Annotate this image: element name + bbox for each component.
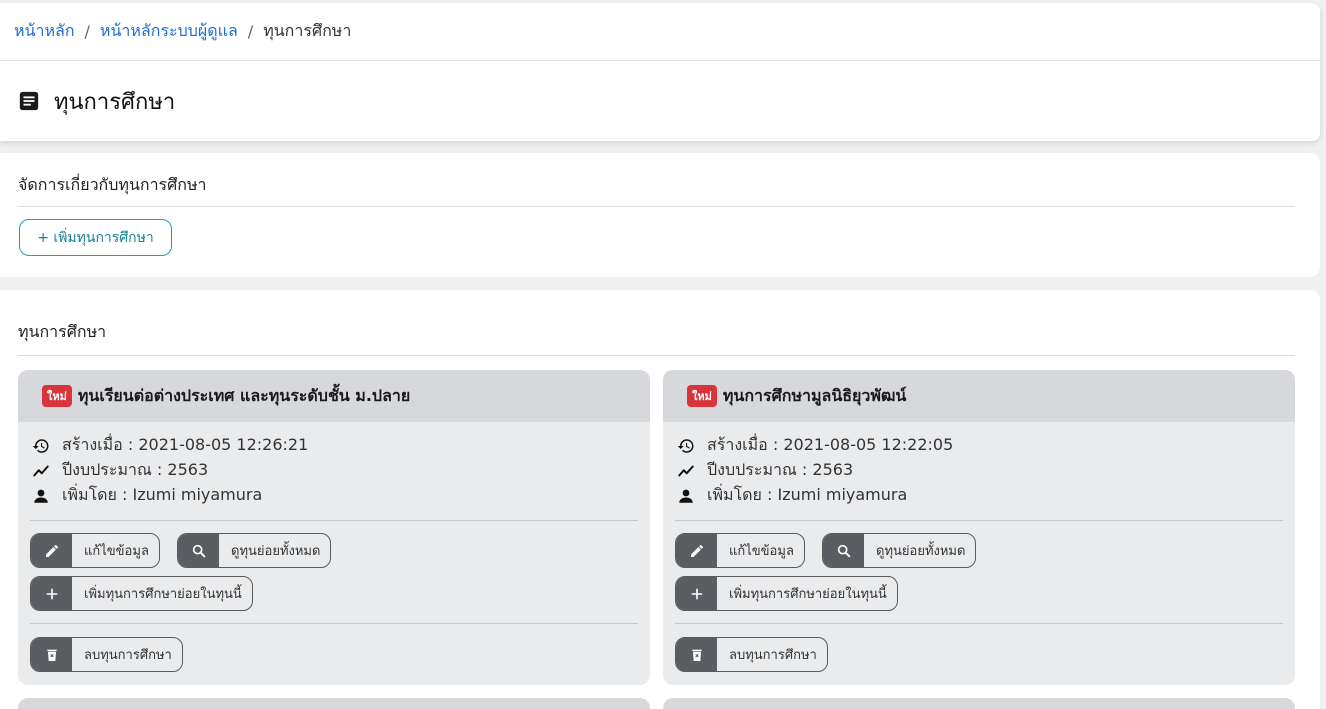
grant-card-partial (18, 698, 650, 709)
user-icon (679, 489, 693, 503)
trend-icon (678, 465, 694, 476)
edit-button-label: แก้ไขข้อมูล (84, 544, 149, 559)
grant-title: ทุนการศึกษามูลนิธิยุวพัฒน์ (722, 385, 907, 405)
added-by-text: เพิ่มโดย : Izumi miyamura (707, 485, 908, 504)
header-card: หน้าหลัก / หน้าหลักระบบผู้ดูแล / ทุนการศ… (0, 3, 1320, 141)
edit-button-label: แก้ไขข้อมูล (729, 544, 794, 559)
added-by-text: เพิ่มโดย : Izumi miyamura (62, 485, 263, 504)
breadcrumb-current: ทุนการศึกษา (263, 21, 352, 40)
delete-grant-button[interactable]: ลบทุนการศึกษา (675, 637, 828, 672)
breadcrumb-separator: / (247, 22, 254, 41)
added-by-row: เพิ่มโดย : Izumi miyamura (677, 483, 907, 508)
view-sub-grants-label: ดูทุนย่อยทั้งหมด (231, 544, 321, 559)
search-icon (823, 534, 864, 567)
add-sub-grant-label: เพิ่มทุนการศึกษาย่อยในทุนนี้ (729, 587, 887, 602)
grant-title: ทุนเรียนต่อต่างประเทศ และทุนระดับชั้น ม.… (77, 385, 411, 405)
history-icon (677, 438, 694, 453)
plus-icon (676, 577, 717, 610)
new-badge: ใหม่ (42, 385, 72, 407)
breadcrumb-home-link[interactable]: หน้าหลัก (14, 19, 75, 44)
card-divider (30, 623, 638, 624)
add-sub-grant-button[interactable]: เพิ่มทุนการศึกษาย่อยในทุนนี้ (30, 576, 253, 611)
grant-card: ใหม่ ทุนการศึกษามูลนิธิยุวพัฒน์ สร้างเมื… (663, 370, 1295, 685)
grant-card-partial (663, 698, 1295, 709)
new-badge: ใหม่ (687, 385, 717, 407)
delete-grant-button[interactable]: ลบทุนการศึกษา (30, 637, 183, 672)
view-sub-grants-button[interactable]: ดูทุนย่อยทั้งหมด (177, 533, 332, 568)
grant-card: ใหม่ ทุนเรียนต่อต่างประเทศ และทุนระดับชั… (18, 370, 650, 685)
pencil-icon (676, 534, 717, 567)
view-sub-grants-button[interactable]: ดูทุนย่อยทั้งหมด (822, 533, 977, 568)
trash-icon (31, 638, 72, 671)
trash-icon (676, 638, 717, 671)
grant-list-section: ทุนการศึกษา ใหม่ ทุนเรียนต่อต่างประเทศ แ… (0, 290, 1320, 709)
history-icon (32, 438, 49, 453)
grant-card-header: ใหม่ ทุนเรียนต่อต่างประเทศ และทุนระดับชั… (18, 370, 650, 422)
budget-row: ปีงบประมาณ : 2563 (677, 458, 853, 483)
user-icon (34, 489, 48, 503)
section-divider (18, 355, 1295, 356)
delete-grant-label: ลบทุนการศึกษา (729, 648, 817, 663)
card-divider (30, 520, 638, 521)
created-text: สร้างเมื่อ : 2021-08-05 12:26:21 (62, 435, 309, 454)
view-sub-grants-label: ดูทุนย่อยทั้งหมด (876, 544, 966, 559)
list-section-title: ทุนการศึกษา (18, 322, 107, 341)
created-row: สร้างเมื่อ : 2021-08-05 12:26:21 (32, 433, 308, 458)
manage-section-title: จัดการเกี่ยวกับทุนการศึกษา (18, 175, 207, 194)
add-sub-grant-button[interactable]: เพิ่มทุนการศึกษาย่อยในทุนนี้ (675, 576, 898, 611)
manage-section: จัดการเกี่ยวกับทุนการศึกษา + เพิ่มทุนการ… (0, 153, 1320, 277)
section-divider (18, 206, 1295, 207)
card-divider (675, 623, 1283, 624)
budget-year-text: ปีงบประมาณ : 2563 (62, 460, 209, 479)
page-title: ทุนการศึกษา (54, 89, 176, 115)
budget-row: ปีงบประมาณ : 2563 (32, 458, 208, 483)
created-row: สร้างเมื่อ : 2021-08-05 12:22:05 (677, 433, 953, 458)
add-sub-grant-label: เพิ่มทุนการศึกษาย่อยในทุนนี้ (84, 587, 242, 602)
document-icon (19, 91, 39, 111)
edit-button[interactable]: แก้ไขข้อมูล (30, 533, 160, 568)
card-divider (675, 520, 1283, 521)
trend-icon (33, 465, 49, 476)
created-text: สร้างเมื่อ : 2021-08-05 12:22:05 (707, 435, 954, 454)
delete-grant-label: ลบทุนการศึกษา (84, 648, 172, 663)
budget-year-text: ปีงบประมาณ : 2563 (707, 460, 854, 479)
added-by-row: เพิ่มโดย : Izumi miyamura (32, 483, 262, 508)
grant-card-header: ใหม่ ทุนการศึกษามูลนิธิยุวพัฒน์ (663, 370, 1295, 422)
breadcrumb-admin-home-link[interactable]: หน้าหลักระบบผู้ดูแล (100, 19, 238, 44)
page-title-row: ทุนการศึกษา (0, 61, 1320, 141)
edit-button[interactable]: แก้ไขข้อมูล (675, 533, 805, 568)
breadcrumb: หน้าหลัก / หน้าหลักระบบผู้ดูแล / ทุนการศ… (0, 3, 1320, 61)
breadcrumb-separator: / (84, 22, 90, 41)
pencil-icon (31, 534, 72, 567)
plus-icon (31, 577, 72, 610)
search-icon (178, 534, 219, 567)
add-grant-button[interactable]: + เพิ่มทุนการศึกษา (19, 219, 172, 256)
